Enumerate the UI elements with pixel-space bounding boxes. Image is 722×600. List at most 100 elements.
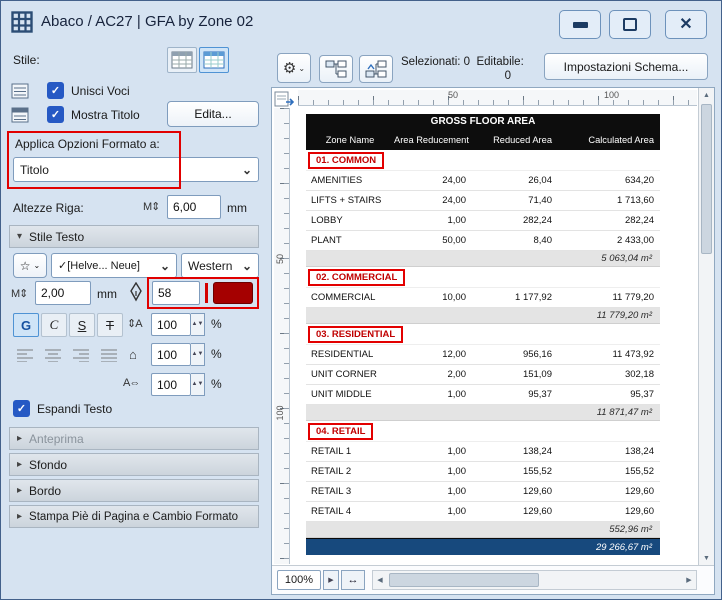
table-cell[interactable]: 302,18	[558, 369, 660, 380]
impostazioni-schema-button[interactable]: Impostazioni Schema...	[544, 53, 708, 80]
table-cell[interactable]: UNIT CORNER	[306, 369, 394, 380]
table-cell[interactable]: 1,00	[394, 215, 472, 226]
subtotal-row[interactable]: 11 779,20 m²	[306, 308, 660, 324]
table-cell[interactable]: RETAIL 2	[306, 466, 394, 477]
table-cell[interactable]: 129,60	[472, 506, 558, 517]
tracking-input[interactable]	[151, 373, 191, 396]
options-gear-button[interactable]: ⚙ ⌄	[277, 53, 311, 83]
stampa-panel-header[interactable]: ▸ Stampa Piè di Pagina e Cambio Formato	[9, 505, 259, 528]
table-view-button[interactable]	[167, 47, 197, 73]
zoom-level-button[interactable]: 100%	[277, 570, 321, 590]
strikethrough-button[interactable]: T	[97, 313, 123, 337]
column-header[interactable]: Zone Name	[306, 135, 394, 145]
table-cell[interactable]: 634,20	[558, 175, 660, 186]
table-cell[interactable]: 11 473,92	[558, 349, 660, 360]
espandi-testo-checkbox[interactable]: ✓	[13, 400, 30, 417]
subtotal-row[interactable]: 11 871,47 m²	[306, 405, 660, 421]
table-cell[interactable]: 12,00	[394, 349, 472, 360]
script-dropdown[interactable]: Western ⌄	[181, 253, 259, 278]
vertical-scroll-thumb[interactable]	[701, 104, 712, 254]
align-left-icon[interactable]	[13, 345, 37, 365]
table-cell[interactable]: 129,60	[558, 506, 660, 517]
category-row[interactable]: 03. RESIDENTIAL	[306, 324, 660, 345]
table-row[interactable]: RESIDENTIAL12,00956,1611 473,92	[306, 345, 660, 365]
favorite-style-button[interactable]: ☆ ⌄	[13, 253, 47, 278]
table-cell[interactable]: RETAIL 1	[306, 446, 394, 457]
table-cell[interactable]: 26,04	[472, 175, 558, 186]
italic-button[interactable]: C	[41, 313, 67, 337]
horizontal-ruler[interactable]: 50 100	[298, 90, 697, 106]
table-cell[interactable]: 1,00	[394, 486, 472, 497]
table-cell[interactable]: 138,24	[472, 446, 558, 457]
table-cell[interactable]: 8,40	[472, 235, 558, 246]
vertical-ruler[interactable]: 50 100	[274, 108, 290, 564]
fit-width-icon[interactable]: ↔	[341, 570, 365, 590]
scroll-down-icon[interactable]: ▼	[699, 551, 714, 565]
pen-color-swatch[interactable]	[213, 282, 253, 304]
table-cell[interactable]: 155,52	[472, 466, 558, 477]
paragraph-spacing-spinner[interactable]: ▲▼	[191, 343, 205, 366]
table-cell[interactable]: COMMERCIAL	[306, 292, 394, 303]
column-header[interactable]: Reduced Area	[472, 135, 558, 145]
table-cell[interactable]: 151,09	[472, 369, 558, 380]
table-cell[interactable]: 129,60	[472, 486, 558, 497]
table-cell[interactable]: 1,00	[394, 466, 472, 477]
table-cell[interactable]: 1,00	[394, 506, 472, 517]
table-row[interactable]: UNIT MIDDLE1,0095,3795,37	[306, 385, 660, 405]
table-cell[interactable]: 71,40	[472, 195, 558, 206]
table-cell[interactable]: 1 177,92	[472, 292, 558, 303]
close-button[interactable]: ✕	[665, 10, 707, 39]
table-title[interactable]: GROSS FLOOR AREA	[306, 114, 660, 129]
table-cell[interactable]: 1,00	[394, 389, 472, 400]
table-cell[interactable]: 2 433,00	[558, 235, 660, 246]
table-cell[interactable]: 1 713,60	[558, 195, 660, 206]
table-row[interactable]: COMMERCIAL10,001 177,9211 779,20	[306, 288, 660, 308]
table-cell[interactable]: 155,52	[558, 466, 660, 477]
unisci-voci-checkbox[interactable]: ✓	[47, 82, 64, 99]
table-cell[interactable]: 129,60	[558, 486, 660, 497]
text-size-input[interactable]	[35, 281, 91, 305]
zoom-menu-icon[interactable]: ▶	[323, 570, 339, 590]
altezze-riga-input[interactable]	[167, 195, 221, 219]
table-cell[interactable]: 24,00	[394, 175, 472, 186]
table-cell[interactable]: 282,24	[472, 215, 558, 226]
subtotal-row[interactable]: 5 063,04 m²	[306, 251, 660, 267]
bold-button[interactable]: G	[13, 313, 39, 337]
line-spacing-spinner[interactable]: ▲▼	[191, 313, 205, 336]
table-row[interactable]: RETAIL 11,00138,24138,24	[306, 442, 660, 462]
align-right-icon[interactable]	[69, 345, 93, 365]
table-cell[interactable]: 282,24	[558, 215, 660, 226]
table-cell[interactable]: 2,00	[394, 369, 472, 380]
horizontal-scroll-thumb[interactable]	[389, 573, 539, 587]
table-cell[interactable]: 138,24	[558, 446, 660, 457]
table-row[interactable]: AMENITIES24,0026,04634,20	[306, 171, 660, 191]
column-header[interactable]: Calculated Area	[558, 135, 660, 145]
schedule-canvas[interactable]: GROSS FLOOR AREA Zone Name Area Reduceme…	[290, 106, 697, 564]
table-cell[interactable]: 10,00	[394, 292, 472, 303]
mostra-titolo-checkbox[interactable]: ✓	[47, 106, 64, 123]
underline-button[interactable]: S	[69, 313, 95, 337]
sfondo-panel-header[interactable]: ▸ Sfondo	[9, 453, 259, 476]
bordo-panel-header[interactable]: ▸ Bordo	[9, 479, 259, 502]
table-row[interactable]: RETAIL 21,00155,52155,52	[306, 462, 660, 482]
stile-testo-panel-header[interactable]: ▾ Stile Testo	[9, 225, 259, 248]
align-center-icon[interactable]	[41, 345, 65, 365]
table-cell[interactable]: AMENITIES	[306, 175, 394, 186]
table-cell[interactable]: 11 779,20	[558, 292, 660, 303]
table-cell[interactable]: RESIDENTIAL	[306, 349, 394, 360]
vertical-scrollbar[interactable]: ▲ ▼	[698, 88, 714, 565]
scroll-right-icon[interactable]: ▶	[682, 571, 696, 589]
category-row[interactable]: 02. COMMERCIAL	[306, 267, 660, 288]
subtotal-row[interactable]: 552,96 m²	[306, 522, 660, 538]
grand-total-row[interactable]: 29 266,67 m²	[306, 538, 660, 555]
table-cell[interactable]: PLANT	[306, 235, 394, 246]
table-cell[interactable]: 1,00	[394, 446, 472, 457]
font-dropdown[interactable]: ✓[Helve... Neue] ⌄	[51, 253, 177, 278]
table-cell[interactable]: RETAIL 3	[306, 486, 394, 497]
table-row[interactable]: RETAIL 41,00129,60129,60	[306, 502, 660, 522]
scheme-fields-button[interactable]	[359, 55, 393, 83]
category-row[interactable]: 04. RETAIL	[306, 421, 660, 442]
paragraph-spacing-input[interactable]	[151, 343, 191, 366]
table-row[interactable]: RETAIL 31,00129,60129,60	[306, 482, 660, 502]
line-spacing-input[interactable]	[151, 313, 191, 336]
